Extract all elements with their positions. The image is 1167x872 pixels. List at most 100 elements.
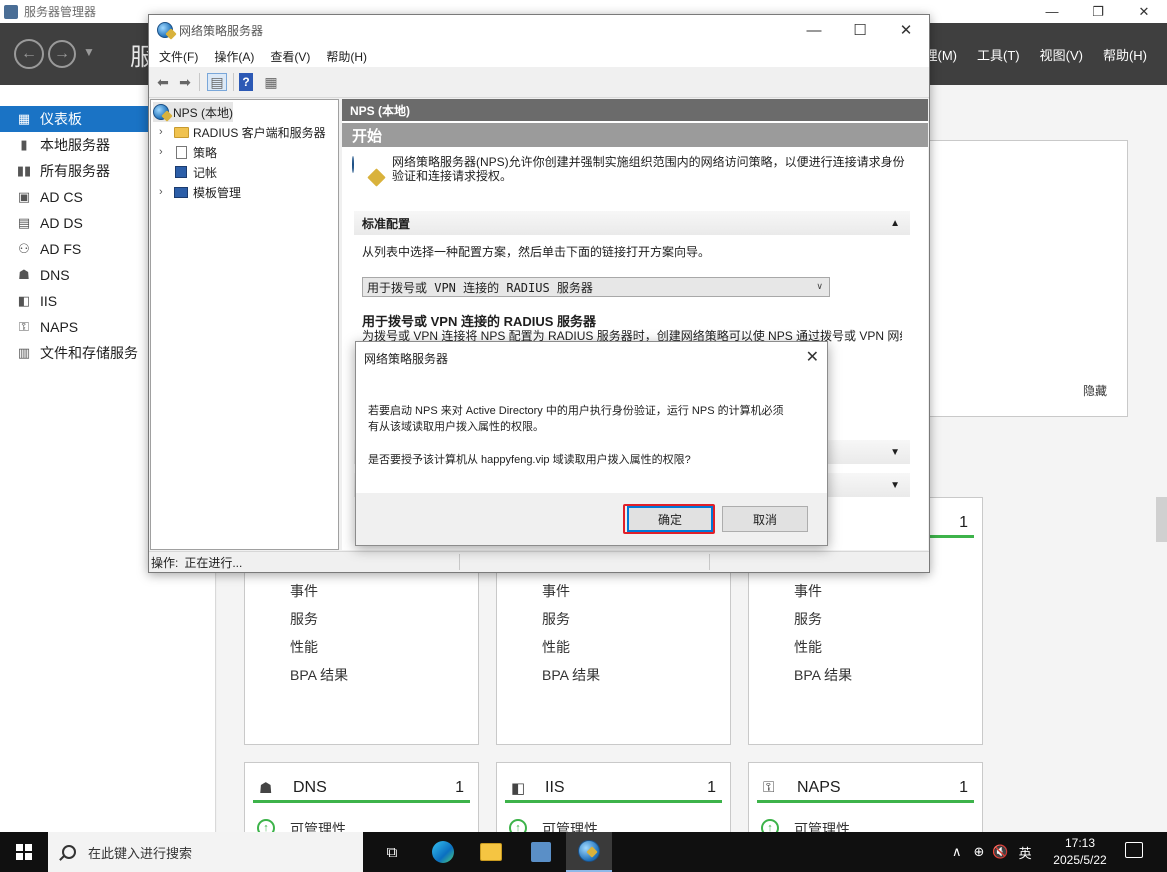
windows-logo-icon (16, 844, 32, 860)
sidebar-item-label: 文件和存储服务 (40, 345, 138, 361)
tile-bpa-link[interactable]: BPA 结果 (290, 665, 348, 685)
tile-bpa-link[interactable]: BPA 结果 (542, 665, 600, 685)
dialog-question: 是否要授予该计算机从 happyfeng.vip 域读取用户拨入属性的权限? (368, 454, 691, 466)
back-button[interactable]: ← (14, 39, 44, 69)
minimize-button[interactable]: — (791, 15, 837, 45)
adfs-icon: ⚇ (18, 241, 30, 256)
dialog-close-icon[interactable]: ✕ (806, 347, 819, 367)
taskbar-search-box[interactable]: 在此键入进行搜索 (48, 832, 363, 872)
minimize-button[interactable]: — (1029, 0, 1075, 23)
expand-arrow-icon[interactable]: ▼ (890, 480, 900, 491)
system-tray: ∧ ⊕ 🔇 英 (952, 832, 1032, 872)
status-label: 操作: (151, 555, 179, 570)
menu-help[interactable]: 帮助(H) (1103, 45, 1147, 64)
cancel-button[interactable]: 取消 (722, 506, 808, 532)
clock-date: 2025/5/22 (1053, 853, 1107, 867)
expand-chevron-icon[interactable]: › (159, 126, 171, 138)
permission-dialog: 网络策略服务器 ✕ 若要启动 NPS 来对 Active Directory 中… (355, 341, 828, 546)
start-button[interactable] (0, 832, 48, 872)
chevron-up-icon[interactable]: ∧ (952, 844, 962, 860)
history-dropdown-icon[interactable]: ▼ (83, 45, 95, 59)
tile-performance-link[interactable]: 性能 (290, 637, 318, 657)
expand-chevron-icon[interactable]: › (159, 186, 171, 198)
action-pane-icon[interactable]: ▦ (261, 73, 281, 91)
menu-view[interactable]: 查看(V) (270, 48, 310, 65)
tile-count: 1 (455, 778, 464, 796)
dialog-message: 若要启动 NPS 来对 Active Directory 中的用户执行身份验证，… (368, 403, 808, 435)
tree-item-policies[interactable]: › 策略 (159, 142, 217, 162)
sidebar-item-label: NAPS (40, 319, 79, 335)
tile-services-link[interactable]: 服务 (542, 609, 570, 629)
naps-icon: ⚿ (19, 319, 29, 334)
close-button[interactable]: ✕ (883, 15, 929, 45)
edge-taskbar-button[interactable] (420, 832, 466, 872)
dns-tile[interactable]: ☗ DNS 1 ↑ 可管理性 (244, 762, 479, 837)
expand-arrow-icon[interactable]: ▼ (890, 447, 900, 458)
nps-statusbar: 操作: 正在进行... (149, 551, 929, 572)
tree-item-templates[interactable]: › 模板管理 (159, 182, 241, 202)
adds-icon: ▤ (17, 215, 31, 230)
tree-item-nps-local[interactable]: NPS (本地) (153, 102, 234, 122)
menu-tools[interactable]: 工具(T) (977, 45, 1020, 64)
folder-icon (480, 843, 502, 861)
chevron-down-icon: ∨ (816, 282, 823, 292)
forward-button[interactable]: → (48, 40, 76, 68)
tile-bpa-link[interactable]: BPA 结果 (794, 665, 852, 685)
file-explorer-taskbar-button[interactable] (468, 832, 514, 872)
tree-item-label: RADIUS 客户端和服务器 (193, 125, 326, 140)
sidebar-item-label: AD DS (40, 215, 83, 231)
hide-welcome-link[interactable]: 隐藏 (1083, 382, 1107, 399)
maximize-button[interactable]: ☐ (837, 15, 883, 45)
tile-events-link[interactable]: 事件 (794, 581, 822, 601)
tile-performance-link[interactable]: 性能 (794, 637, 822, 657)
template-icon (173, 185, 189, 199)
console-tree: NPS (本地) › RADIUS 客户端和服务器 › 策略 记帐 › 模板管理 (150, 99, 339, 550)
task-view-icon: ⧉ (386, 843, 398, 861)
tile-services-link[interactable]: 服务 (794, 609, 822, 629)
scrollbar-thumb[interactable] (1156, 497, 1167, 542)
forward-arrow-icon[interactable]: ➡ (175, 73, 195, 91)
tile-performance-link[interactable]: 性能 (542, 637, 570, 657)
iis-tile[interactable]: ◧ IIS 1 ↑ 可管理性 (496, 762, 731, 837)
sidebar-item-label: 本地服务器 (40, 137, 110, 153)
show-hide-tree-icon[interactable]: ▤ (207, 73, 227, 91)
dashboard-icon: ▦ (17, 111, 31, 126)
nps-taskbar-button[interactable] (566, 832, 612, 872)
task-view-button[interactable]: ⧉ (369, 832, 415, 872)
clock[interactable]: 17:13 2025/5/22 (1040, 835, 1120, 869)
maximize-button[interactable]: ❐ (1075, 0, 1121, 23)
standard-config-header[interactable]: 标准配置 ▲ (354, 211, 910, 235)
tile-count: 1 (707, 778, 716, 796)
expand-chevron-icon[interactable]: › (159, 146, 171, 158)
back-arrow-icon[interactable]: ⬅ (153, 73, 173, 91)
network-icon[interactable]: ⊕ (974, 844, 985, 860)
tile-services-link[interactable]: 服务 (290, 609, 318, 629)
ime-indicator[interactable]: 英 (1019, 843, 1032, 862)
nps-titlebar: 网络策略服务器 — ☐ ✕ (149, 15, 929, 45)
adcs-icon: ▣ (17, 189, 31, 204)
collapse-arrow-icon[interactable]: ▲ (890, 218, 900, 229)
scenario-select[interactable]: 用于拨号或 VPN 连接的 RADIUS 服务器 ∨ (362, 277, 830, 297)
server-manager-taskbar-button[interactable] (518, 832, 564, 872)
tree-item-accounting[interactable]: 记帐 (159, 162, 217, 182)
volume-muted-icon[interactable]: 🔇 (992, 844, 1008, 860)
tile-events-link[interactable]: 事件 (290, 581, 318, 601)
tree-item-label: 策略 (193, 145, 218, 160)
sidebar-item-label: DNS (40, 267, 70, 283)
menu-file[interactable]: 文件(F) (159, 48, 198, 65)
tree-item-radius-clients[interactable]: › RADIUS 客户端和服务器 (159, 122, 326, 142)
iis-icon: ◧ (17, 293, 31, 308)
menu-help[interactable]: 帮助(H) (326, 48, 367, 65)
iis-icon: ◧ (511, 779, 526, 797)
nps-globe-icon (157, 22, 173, 38)
menu-view[interactable]: 视图(V) (1040, 45, 1083, 64)
naps-tile[interactable]: ⚿ NAPS 1 ↑ 可管理性 (748, 762, 983, 837)
help-icon[interactable]: ? (239, 73, 253, 91)
sidebar-item-label: AD CS (40, 189, 83, 205)
tile-header: ◧ IIS 1 (505, 775, 722, 803)
notification-icon[interactable] (1125, 842, 1143, 858)
naps-icon: ⚿ (763, 779, 775, 796)
tile-events-link[interactable]: 事件 (542, 581, 570, 601)
close-button[interactable]: ✕ (1121, 0, 1167, 23)
menu-action[interactable]: 操作(A) (214, 48, 254, 65)
